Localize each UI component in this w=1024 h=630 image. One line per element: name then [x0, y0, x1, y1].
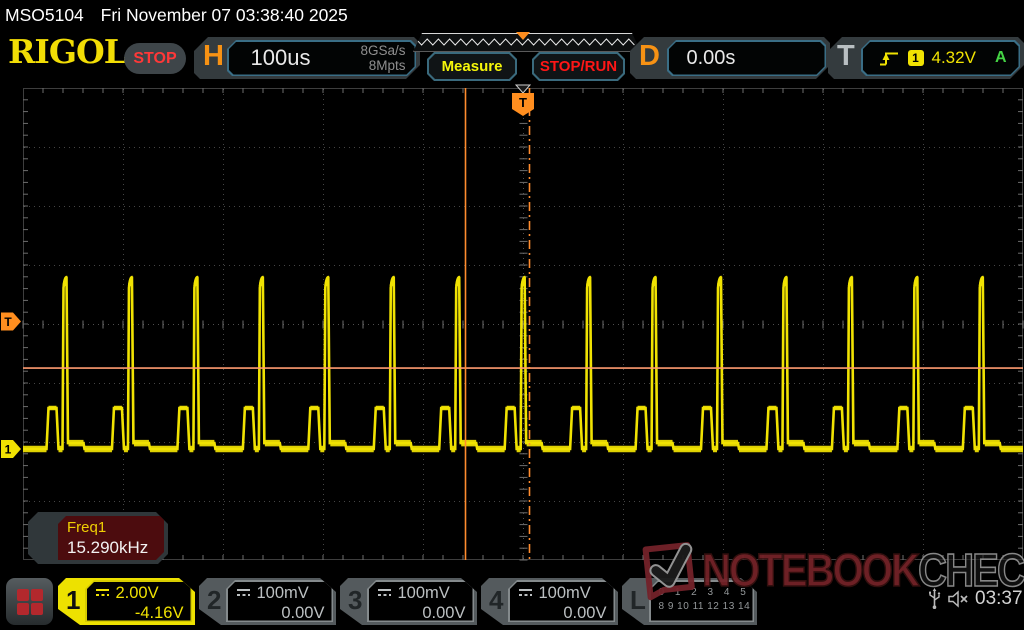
channel-4-button[interactable]: 4 100mV 0.00V — [481, 578, 618, 625]
channel-3-button[interactable]: 3 100mV 0.00V — [340, 578, 477, 625]
rigol-logo: RIGOL — [8, 32, 127, 71]
stop-run-button[interactable]: STOP/RUN — [532, 52, 625, 81]
timebase-panel[interactable]: 100us 8GSa/s 8Mpts — [227, 40, 416, 76]
measurement-freq1-box[interactable]: Freq1 15.290kHz — [28, 512, 168, 564]
logic-digits-row1: 0 1 2 3 4 5 6 7 — [658, 586, 783, 598]
dc-coupling-icon — [518, 587, 534, 599]
channel-offset: 0.00V — [281, 603, 325, 622]
channel-offset: -4.16V — [134, 603, 184, 622]
waveform-display[interactable]: T T 1 — [0, 84, 1024, 570]
trigger-source-badge: 1 — [908, 50, 924, 66]
overview-trigger-position-icon[interactable] — [516, 32, 530, 40]
channel-scale: 100mV — [538, 583, 591, 602]
trigger-panel[interactable]: 1 4.32V A — [861, 40, 1020, 76]
delay-settings-box[interactable]: D 0.00s — [630, 37, 830, 79]
delay-label: D — [639, 40, 660, 72]
trigger-settings-box[interactable]: T 1 4.32V A — [828, 37, 1024, 79]
status-bar: MSO5104 Fri November 07 03:38:40 2025 — [0, 0, 1024, 32]
logic-channels-button[interactable]: L 0 1 2 3 4 5 6 7 8 9 10 11 12 13 14 15 — [622, 578, 757, 625]
logic-digits-row2: 8 9 10 11 12 13 14 15 — [658, 601, 766, 612]
oscilloscope-screen: MSO5104 Fri November 07 03:38:40 2025 RI… — [0, 0, 1024, 630]
acquisition-info: 8GSa/s 8Mpts — [360, 43, 405, 73]
horizontal-settings-box[interactable]: H 100us 8GSa/s 8Mpts — [194, 37, 420, 79]
channel-scale: 100mV — [256, 583, 309, 602]
header-bar: RIGOL STOP H 100us 8GSa/s 8Mpts Measure — [0, 32, 1024, 84]
channel-1-button[interactable]: 1 2.00V -4.16V — [58, 578, 195, 625]
delay-value: 0.00s — [686, 46, 736, 69]
memory-depth: 8Mpts — [368, 58, 406, 73]
svg-text:1: 1 — [5, 443, 12, 457]
horizontal-label: H — [203, 40, 224, 72]
trigger-slope-icon — [879, 49, 900, 68]
channel-scale: 2.00V — [115, 583, 159, 602]
date-time: Fri November 07 03:38:40 2025 — [100, 5, 348, 25]
channel-offset: 0.00V — [563, 603, 607, 622]
trigger-level-value: 4.32V — [931, 48, 976, 67]
clock-time: 03:37 — [975, 588, 1023, 609]
dc-coupling-icon — [377, 587, 393, 599]
delay-panel[interactable]: 0.00s — [667, 40, 826, 76]
measurement-name: Freq1 — [67, 519, 107, 536]
run-state-indicator[interactable]: STOP — [124, 43, 186, 74]
dc-coupling-icon — [236, 587, 252, 599]
speaker-muted-icon — [948, 590, 968, 608]
menu-grid-icon — [16, 588, 43, 615]
usb-icon — [929, 588, 941, 609]
menu-button[interactable] — [6, 578, 53, 625]
channel-offset: 0.00V — [422, 603, 466, 622]
channel-2-button[interactable]: 2 100mV 0.00V — [199, 578, 336, 625]
trigger-mode-auto: A — [994, 49, 1007, 66]
measure-button[interactable]: Measure — [427, 52, 517, 81]
system-tray: 03:37 — [928, 588, 1023, 610]
trigger-label: T — [837, 40, 855, 72]
measurement-value: 15.290kHz — [67, 538, 149, 557]
svg-text:T: T — [519, 95, 527, 110]
sample-rate: 8GSa/s — [360, 42, 406, 58]
timebase-value: 100us — [250, 45, 311, 70]
dc-coupling-icon — [95, 587, 111, 599]
svg-text:T: T — [4, 315, 12, 329]
channel-bar: 1 2.00V -4.16V 2 100mV 0.00V 3 100mV 0.0… — [0, 570, 1024, 630]
channel-scale: 100mV — [397, 583, 450, 602]
model-name: MSO5104 — [5, 5, 84, 25]
